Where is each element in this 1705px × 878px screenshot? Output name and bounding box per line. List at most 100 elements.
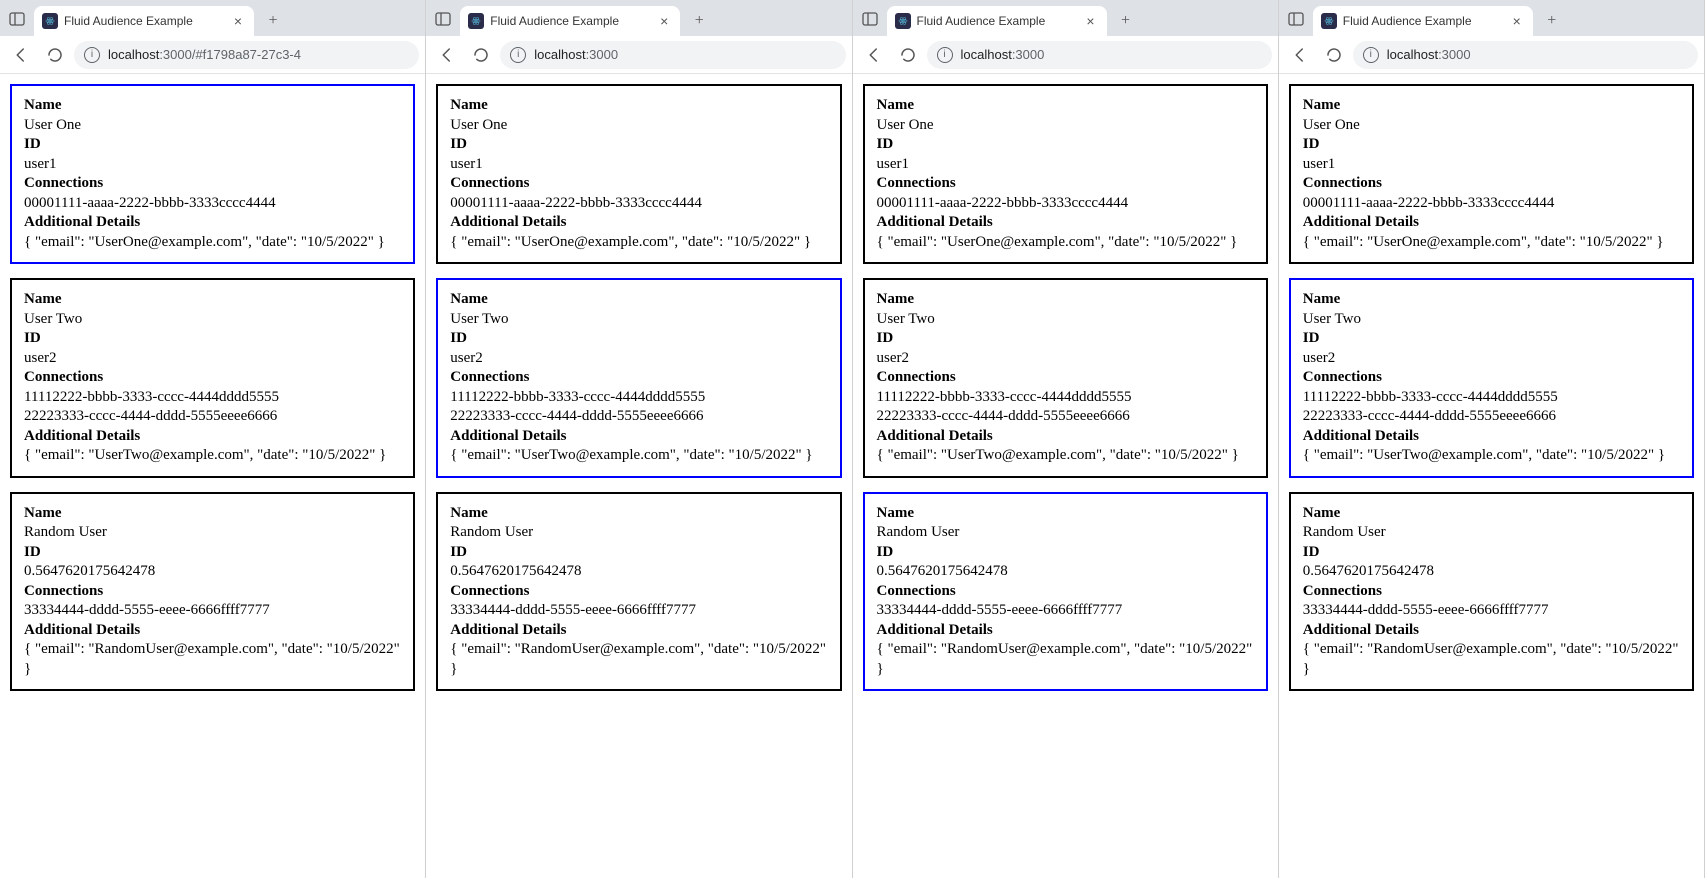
user-name-label: Name (450, 96, 827, 116)
browser-tab[interactable]: Fluid Audience Example × (1313, 6, 1533, 36)
user-id-label: ID (1303, 135, 1680, 155)
address-bar[interactable]: i localhost:3000 (1353, 41, 1698, 69)
user-id-value: user2 (24, 349, 401, 369)
user-connections-label: Connections (450, 368, 827, 388)
connection-id: 00001111-aaaa-2222-bbbb-3333cccc4444 (450, 194, 827, 214)
user-id-label: ID (877, 135, 1254, 155)
refresh-button[interactable] (40, 40, 70, 70)
user-connections-list: 33334444-dddd-5555-eeee-6666ffff7777 (1303, 601, 1680, 621)
browser-tab[interactable]: Fluid Audience Example × (460, 6, 680, 36)
user-name-value: User Two (24, 310, 401, 330)
user-card[interactable]: NameUser TwoIDuser2Connections11112222-b… (863, 278, 1268, 478)
new-tab-button[interactable]: + (1113, 8, 1139, 34)
close-tab-icon[interactable]: × (1083, 13, 1099, 29)
user-name-value: User One (24, 116, 401, 136)
address-bar[interactable]: i localhost:3000 (927, 41, 1272, 69)
user-card[interactable]: NameUser TwoIDuser2Connections11112222-b… (10, 278, 415, 478)
user-connections-list: 11112222-bbbb-3333-cccc-4444dddd55552222… (1303, 388, 1680, 427)
user-card[interactable]: NameRandom UserID0.5647620175642478Conne… (436, 492, 841, 692)
tab-title: Fluid Audience Example (490, 14, 656, 28)
new-tab-button[interactable]: + (686, 8, 712, 34)
site-info-icon[interactable]: i (1363, 47, 1379, 63)
user-card[interactable]: NameUser OneIDuser1Connections00001111-a… (863, 84, 1268, 264)
new-tab-button[interactable]: + (1539, 8, 1565, 34)
new-tab-button[interactable]: + (260, 8, 286, 34)
user-name-value: Random User (1303, 523, 1680, 543)
connection-id: 22223333-cccc-4444-dddd-5555eeee6666 (24, 407, 401, 427)
user-connections-list: 33334444-dddd-5555-eeee-6666ffff7777 (24, 601, 401, 621)
user-connections-label: Connections (1303, 582, 1680, 602)
user-details-label: Additional Details (877, 427, 1254, 447)
back-button[interactable] (432, 40, 462, 70)
browser-tab[interactable]: Fluid Audience Example × (34, 6, 254, 36)
url-bar: i localhost:3000 (1279, 36, 1704, 74)
user-id-value: 0.5647620175642478 (1303, 562, 1680, 582)
user-id-label: ID (1303, 543, 1680, 563)
user-id-value: user1 (877, 155, 1254, 175)
user-id-value: user1 (24, 155, 401, 175)
page-content: NameUser OneIDuser1Connections00001111-a… (853, 74, 1278, 878)
user-id-label: ID (1303, 329, 1680, 349)
tab-actions-icon[interactable] (4, 6, 30, 32)
site-info-icon[interactable]: i (84, 47, 100, 63)
user-details-label: Additional Details (1303, 213, 1680, 233)
user-card[interactable]: NameUser OneIDuser1Connections00001111-a… (436, 84, 841, 264)
user-card[interactable]: NameRandom UserID0.5647620175642478Conne… (863, 492, 1268, 692)
back-button[interactable] (1285, 40, 1315, 70)
address-bar[interactable]: i localhost:3000/#f1798a87-27c3-4 (74, 41, 419, 69)
tab-actions-icon[interactable] (857, 6, 883, 32)
user-name-value: Random User (24, 523, 401, 543)
site-info-icon[interactable]: i (510, 47, 526, 63)
user-name-label: Name (450, 290, 827, 310)
refresh-button[interactable] (1319, 40, 1349, 70)
react-favicon-icon (42, 13, 58, 29)
tab-actions-icon[interactable] (1283, 6, 1309, 32)
user-card[interactable]: NameUser OneIDuser1Connections00001111-a… (10, 84, 415, 264)
connection-id: 11112222-bbbb-3333-cccc-4444dddd5555 (1303, 388, 1680, 408)
address-bar[interactable]: i localhost:3000 (500, 41, 845, 69)
user-details-value: { "email": "UserTwo@example.com", "date"… (450, 446, 827, 466)
back-button[interactable] (6, 40, 36, 70)
user-connections-label: Connections (24, 174, 401, 194)
user-id-value: user2 (1303, 349, 1680, 369)
user-connections-label: Connections (24, 368, 401, 388)
user-connections-list: 00001111-aaaa-2222-bbbb-3333cccc4444 (1303, 194, 1680, 214)
page-content: NameUser OneIDuser1Connections00001111-a… (1279, 74, 1704, 878)
browser-tab[interactable]: Fluid Audience Example × (887, 6, 1107, 36)
user-card[interactable]: NameUser TwoIDuser2Connections11112222-b… (436, 278, 841, 478)
user-connections-list: 11112222-bbbb-3333-cccc-4444dddd55552222… (450, 388, 827, 427)
user-name-value: User Two (877, 310, 1254, 330)
user-details-label: Additional Details (450, 621, 827, 641)
close-tab-icon[interactable]: × (656, 13, 672, 29)
refresh-button[interactable] (466, 40, 496, 70)
user-details-value: { "email": "UserOne@example.com", "date"… (450, 233, 827, 253)
user-name-label: Name (24, 290, 401, 310)
user-name-label: Name (877, 504, 1254, 524)
user-connections-label: Connections (450, 582, 827, 602)
user-details-label: Additional Details (24, 621, 401, 641)
tab-actions-icon[interactable] (430, 6, 456, 32)
user-id-label: ID (24, 543, 401, 563)
connection-id: 11112222-bbbb-3333-cccc-4444dddd5555 (24, 388, 401, 408)
user-details-value: { "email": "UserTwo@example.com", "date"… (1303, 446, 1680, 466)
user-card[interactable]: NameUser OneIDuser1Connections00001111-a… (1289, 84, 1694, 264)
user-card[interactable]: NameRandom UserID0.5647620175642478Conne… (10, 492, 415, 692)
tab-bar: Fluid Audience Example × + (0, 0, 425, 36)
site-info-icon[interactable]: i (937, 47, 953, 63)
connection-id: 22223333-cccc-4444-dddd-5555eeee6666 (1303, 407, 1680, 427)
user-id-label: ID (450, 543, 827, 563)
refresh-button[interactable] (893, 40, 923, 70)
user-details-label: Additional Details (450, 427, 827, 447)
user-connections-label: Connections (450, 174, 827, 194)
user-details-value: { "email": "UserOne@example.com", "date"… (1303, 233, 1680, 253)
connection-id: 11112222-bbbb-3333-cccc-4444dddd5555 (450, 388, 827, 408)
user-connections-label: Connections (877, 174, 1254, 194)
url-text: localhost:3000 (534, 47, 618, 62)
user-card[interactable]: NameUser TwoIDuser2Connections11112222-b… (1289, 278, 1694, 478)
back-button[interactable] (859, 40, 889, 70)
user-name-value: User One (450, 116, 827, 136)
close-tab-icon[interactable]: × (1509, 13, 1525, 29)
user-card[interactable]: NameRandom UserID0.5647620175642478Conne… (1289, 492, 1694, 692)
close-tab-icon[interactable]: × (230, 13, 246, 29)
user-details-value: { "email": "RandomUser@example.com", "da… (1303, 640, 1680, 679)
